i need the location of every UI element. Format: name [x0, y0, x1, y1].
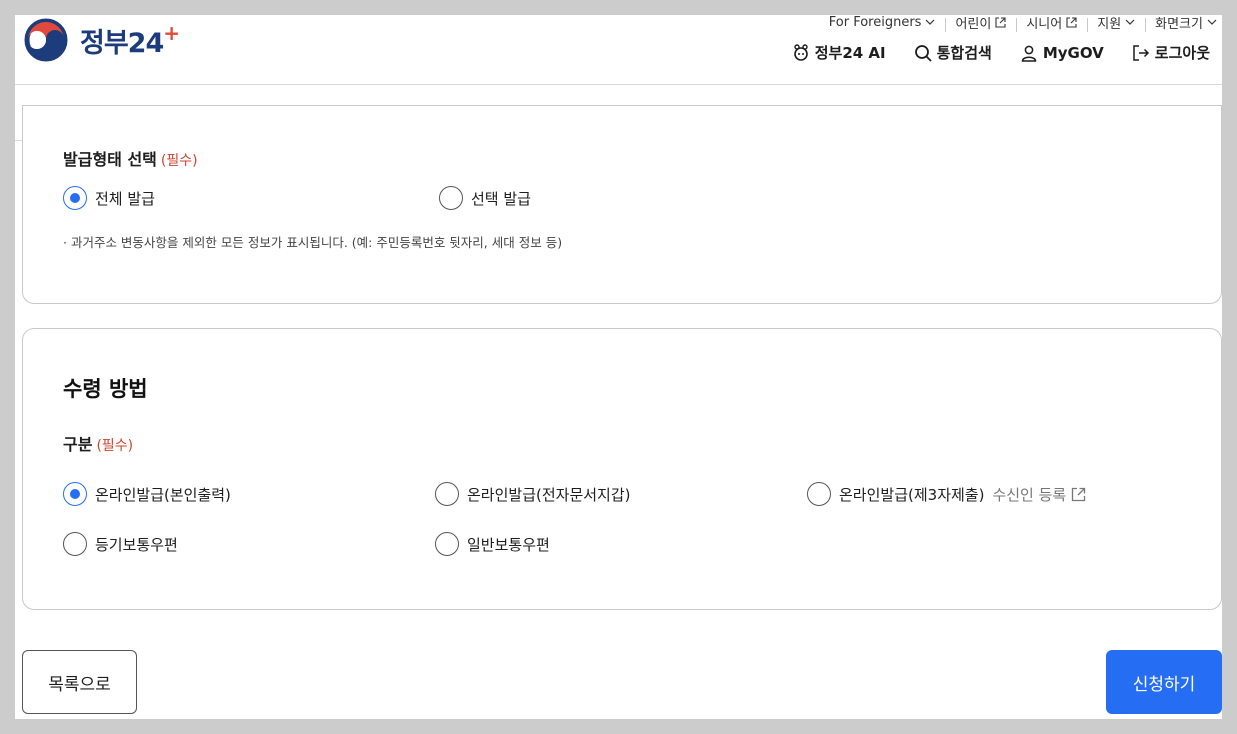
- search-icon: [914, 44, 932, 62]
- back-to-list-button[interactable]: 목록으로: [22, 650, 137, 714]
- logout-icon: [1133, 44, 1149, 61]
- radio-circle: [435, 482, 459, 506]
- radio-full-issue[interactable]: 전체 발급: [63, 186, 155, 210]
- required-mark: (필수): [160, 153, 198, 169]
- logout-label: 로그아웃: [1154, 44, 1210, 62]
- radio-circle: [63, 482, 87, 506]
- mygov-button[interactable]: MyGOV: [1020, 44, 1104, 62]
- search-label: 통합검색: [936, 44, 992, 62]
- radio-circle: [807, 482, 831, 506]
- main-menu: 정부24 AI 통합검색 MyGOV 로그아웃: [792, 42, 1210, 63]
- radio-regular-mail-label: 일반보통우편: [467, 535, 550, 554]
- issue-type-label: 발급형태 선택 (필수): [63, 150, 198, 169]
- chevron-down-icon: [926, 19, 935, 25]
- taegeuk-emblem-icon: [24, 18, 68, 62]
- radio-full-issue-label: 전체 발급: [95, 189, 155, 208]
- header: 정부24+ For Foreigners 어린이 시니어 지원 화면크기 정부2…: [15, 15, 1222, 85]
- utility-senior-label: 시니어: [1026, 16, 1063, 32]
- utility-kids-label: 어린이: [955, 16, 992, 32]
- utility-senior[interactable]: 시니어: [1016, 15, 1087, 32]
- logo-text: 정부24+: [80, 20, 180, 59]
- radio-registered-mail[interactable]: 등기보통우편: [63, 532, 178, 556]
- external-link-icon: [1072, 487, 1086, 501]
- radio-circle: [63, 186, 87, 210]
- receipt-method-card: 수령 방법 구분 (필수) 온라인발급(본인출력) 온라인발급(전자문서지갑) 온…: [22, 328, 1222, 610]
- recipient-register-label: 수신인 등록: [992, 485, 1067, 504]
- apply-button[interactable]: 신청하기: [1106, 650, 1222, 714]
- receipt-method-title: 수령 방법: [63, 377, 148, 401]
- utility-screen-size-label: 화면크기: [1155, 16, 1203, 32]
- recipient-register-link[interactable]: 수신인 등록: [992, 484, 1086, 505]
- external-link-icon: [1066, 16, 1077, 28]
- external-link-icon: [995, 16, 1006, 28]
- radio-circle: [63, 532, 87, 556]
- radio-online-third-party[interactable]: 온라인발급(제3자제출) 수신인 등록: [807, 482, 1086, 506]
- ai-assistant-icon: [793, 43, 808, 61]
- radio-online-e-wallet-label: 온라인발급(전자문서지갑): [467, 485, 631, 504]
- radio-circle: [439, 186, 463, 210]
- gov24-logo[interactable]: 정부24+: [22, 17, 180, 63]
- radio-selective-issue-label: 선택 발급: [471, 189, 531, 208]
- radio-registered-mail-label: 등기보통우편: [95, 535, 178, 554]
- required-mark: (필수): [96, 438, 134, 454]
- issue-type-note: · 과거주소 변동사항을 제외한 모든 정보가 표시됩니다. (예: 주민등록번…: [63, 235, 563, 250]
- utility-foreigners[interactable]: For Foreigners: [819, 15, 946, 30]
- issue-type-card: 발급형태 선택 (필수) 전체 발급 선택 발급 · 과거주소 변동사항을 제외한…: [22, 105, 1222, 304]
- chevron-down-icon: [1125, 19, 1135, 25]
- user-icon: [1021, 45, 1037, 62]
- radio-selective-issue[interactable]: 선택 발급: [439, 186, 531, 210]
- utility-kids[interactable]: 어린이: [945, 15, 1016, 32]
- utility-nav: For Foreigners 어린이 시니어 지원 화면크기: [819, 15, 1217, 34]
- utility-screen-size[interactable]: 화면크기: [1145, 15, 1217, 32]
- search-button[interactable]: 통합검색: [914, 42, 992, 63]
- radio-online-third-party-label: 온라인발급(제3자제출): [839, 485, 985, 504]
- chevron-down-icon: [1207, 19, 1217, 25]
- radio-regular-mail[interactable]: 일반보통우편: [435, 532, 550, 556]
- mygov-label: MyGOV: [1042, 43, 1104, 62]
- radio-online-self-print-label: 온라인발급(본인출력): [95, 485, 231, 504]
- radio-online-e-wallet[interactable]: 온라인발급(전자문서지갑): [435, 482, 631, 506]
- utility-foreigners-label: For Foreigners: [828, 15, 922, 30]
- receipt-category-label: 구분 (필수): [63, 435, 134, 454]
- radio-circle: [435, 532, 459, 556]
- ai-button[interactable]: 정부24 AI: [792, 42, 886, 63]
- radio-online-self-print[interactable]: 온라인발급(본인출력): [63, 482, 231, 506]
- utility-support[interactable]: 지원: [1087, 15, 1145, 32]
- utility-support-label: 지원: [1097, 16, 1122, 32]
- ai-label: 정부24 AI: [814, 44, 886, 62]
- page: 정부24+ For Foreigners 어린이 시니어 지원 화면크기 정부2…: [15, 15, 1222, 719]
- logout-button[interactable]: 로그아웃: [1132, 42, 1210, 63]
